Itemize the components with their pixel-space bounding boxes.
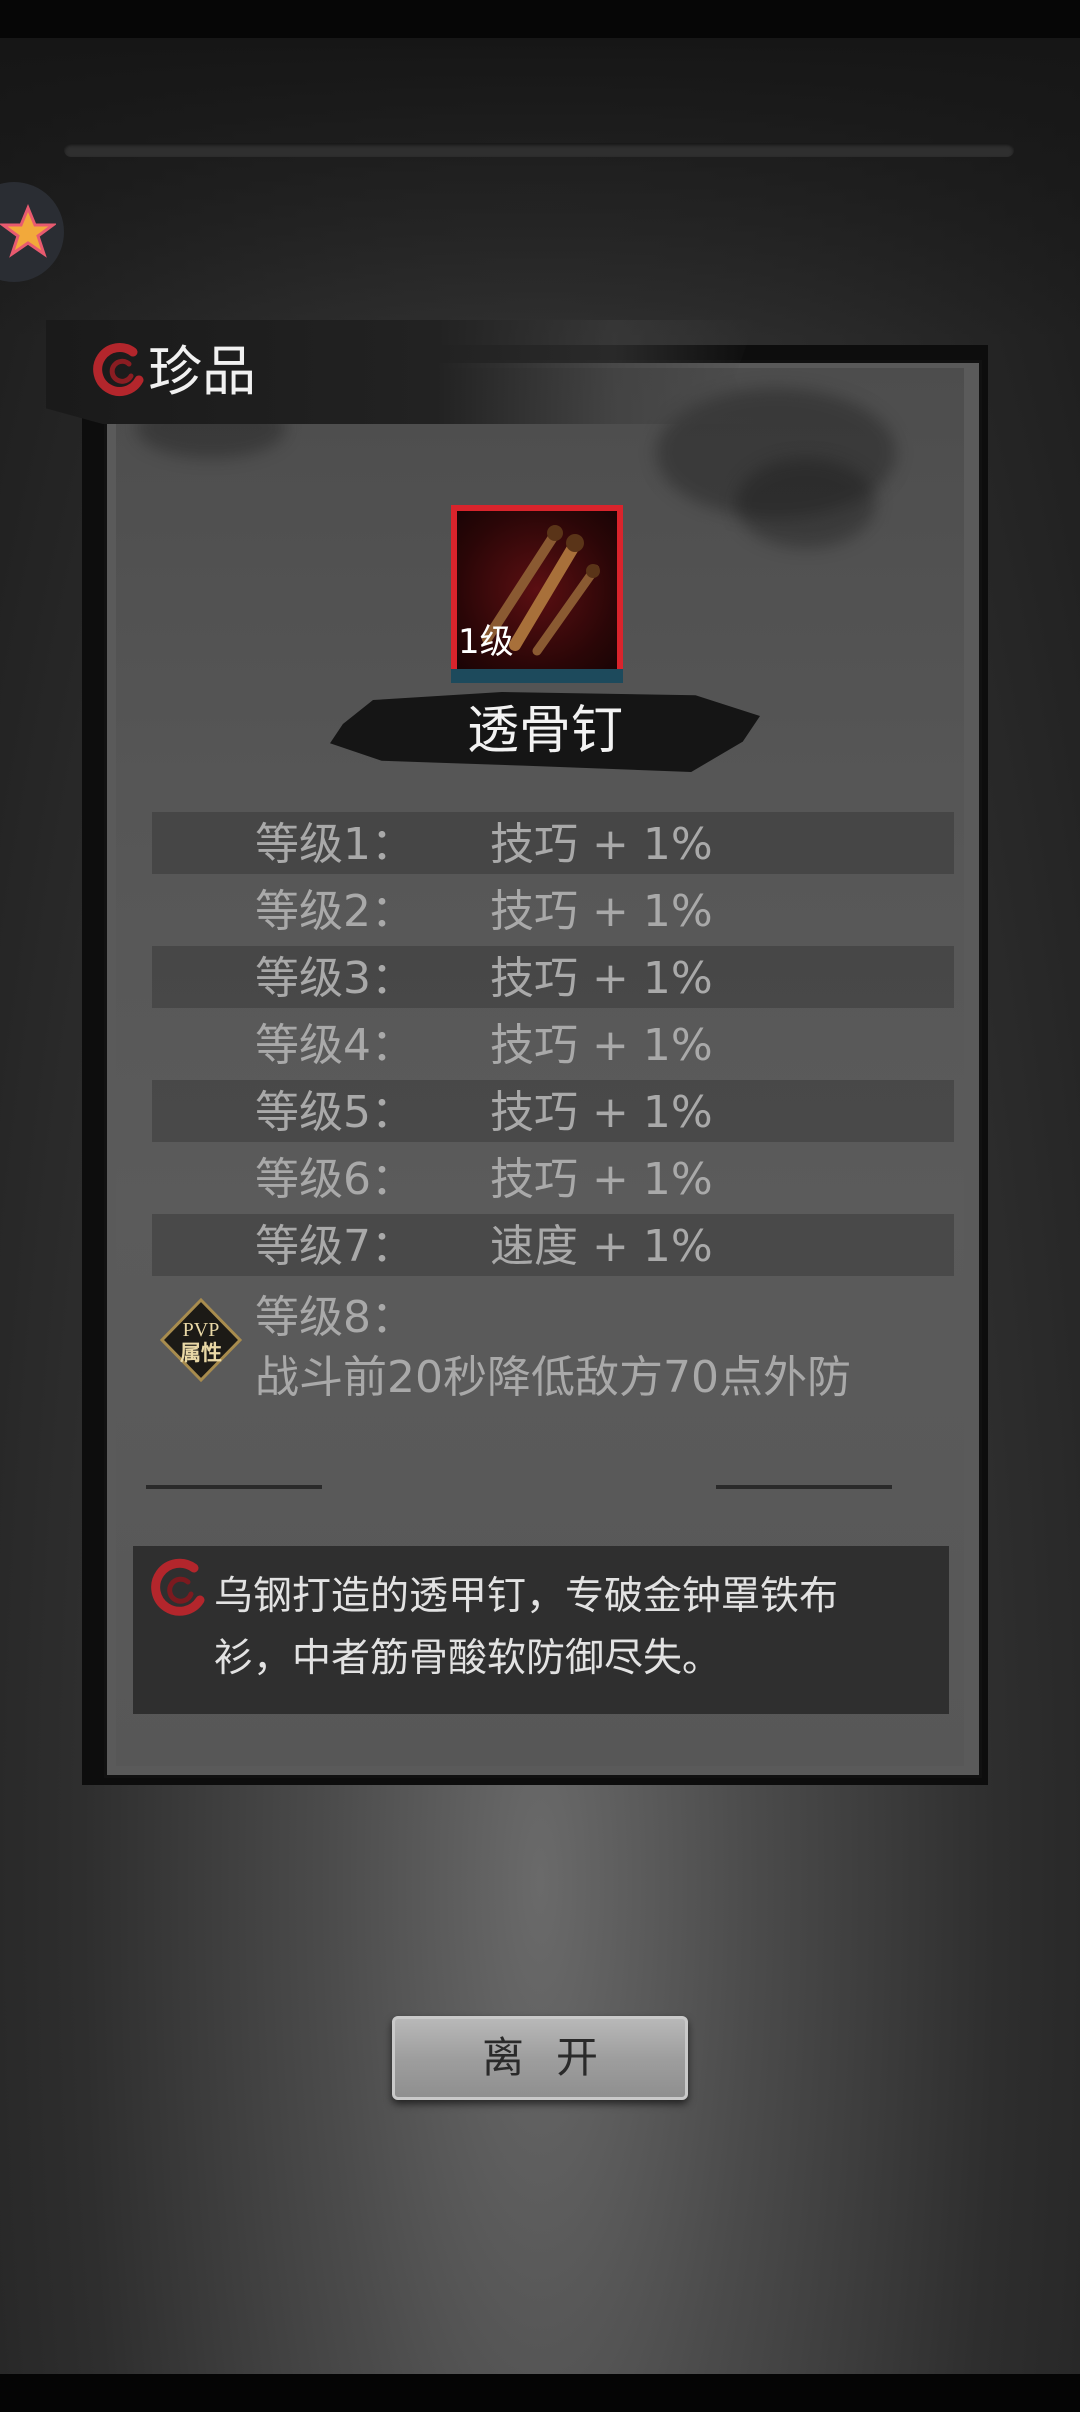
stat-level: 等级5： [255,1087,415,1138]
stat-value: 技巧 + 1% [490,1154,713,1205]
stat-level: 等级4： [255,1020,415,1071]
right-divider [716,1485,892,1489]
dialog-title: 珍品 [148,340,256,403]
screen: 珍品 1级 透骨钉 等级1： 技巧 + 1% 等级2： 技巧 + 1% 等级3：… [0,0,1080,2412]
stat-value: 技巧 + 1% [490,1087,713,1138]
pvp-badge-line1: PVP [183,1319,220,1341]
star-icon [0,204,56,258]
status-bar [0,0,1080,38]
stat-value: 技巧 + 1% [490,1020,713,1071]
stat-row: 等级4： 技巧 + 1% [152,1013,954,1075]
stat-level: 等级7： [255,1221,415,1272]
item-description: 乌钢打造的透甲钉，专破金钟罩铁布 衫，中者筋骨酸软防御尽失。 [214,1574,839,1681]
stat-row: 等级6： 技巧 + 1% [152,1147,954,1209]
left-divider [146,1485,322,1489]
stat-value: 技巧 + 1% [490,886,713,937]
stat-row: 等级2： 技巧 + 1% [152,879,954,941]
swirl-icon [151,1558,205,1616]
stat-level: 等级2： [255,886,415,937]
navigation-bar [0,2374,1080,2412]
pvp-badge-icon: PVP 属性 [160,1298,242,1382]
leave-button[interactable]: 离开 [392,2016,688,2100]
stat-level: 等级1： [255,819,415,870]
stat-value: 技巧 + 1% [490,819,713,870]
stat-row: 等级1： 技巧 + 1% [152,812,954,874]
stat-row: 等级3： 技巧 + 1% [152,946,954,1008]
stat-value: 速度 + 1% [490,1221,713,1272]
top-shade [0,38,1080,338]
stat-level: 等级3： [255,953,415,1004]
swirl-icon [93,343,144,396]
pvp-description: 战斗前20秒降低敌方70点外防 [255,1352,851,1403]
stat-value: 技巧 + 1% [490,953,713,1004]
item-name: 透骨钉 [466,701,623,761]
stat-row: 等级7： 速度 + 1% [152,1214,954,1276]
pvp-level: 等级8： [255,1292,415,1343]
stat-row: 等级5： 技巧 + 1% [152,1080,954,1142]
pvp-badge-line2: 属性 [180,1341,222,1365]
top-divider [64,143,1014,157]
item-level-badge: 1级 [458,622,514,662]
stat-level: 等级6： [255,1154,415,1205]
